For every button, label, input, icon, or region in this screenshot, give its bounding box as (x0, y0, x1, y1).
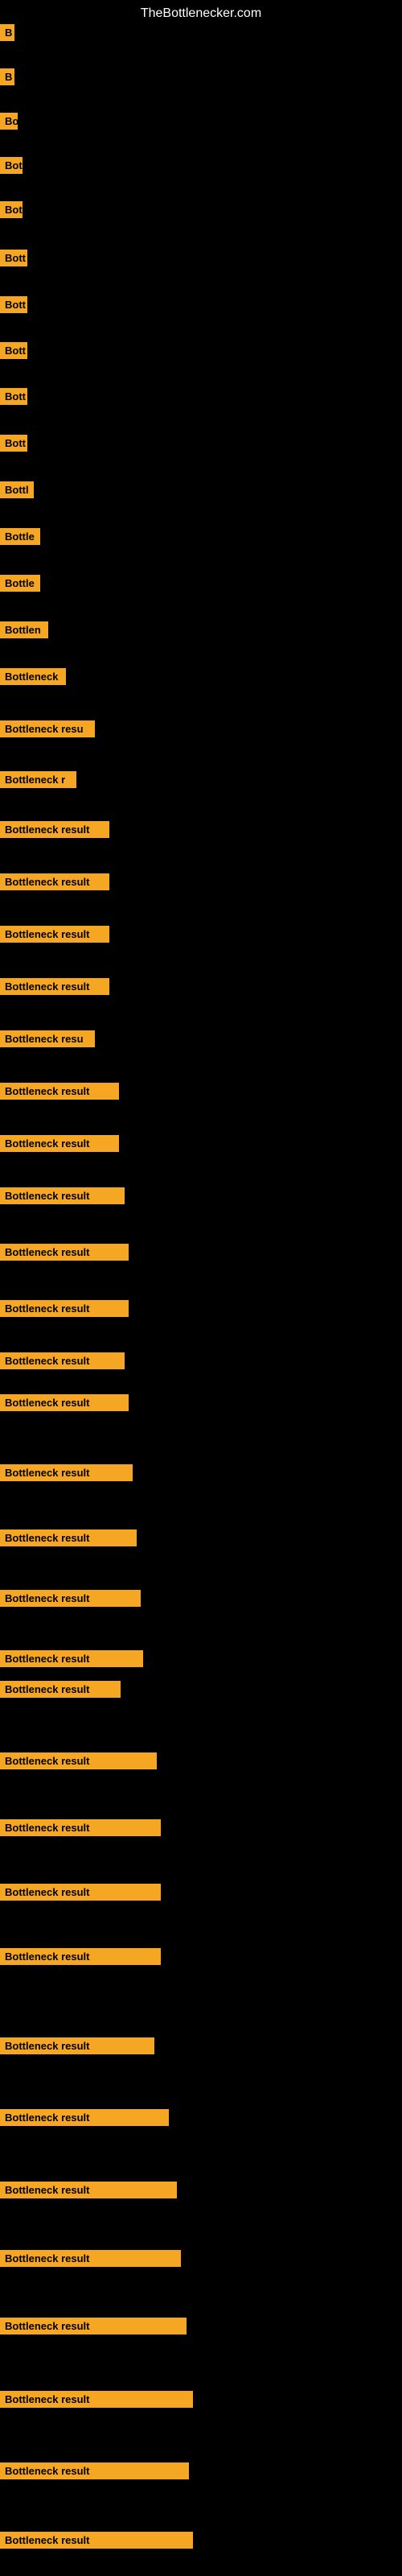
result-label: Bottleneck result (0, 1464, 133, 1481)
result-item: Bottleneck result (0, 1884, 161, 1905)
result-label: Bottleneck result (0, 1244, 129, 1261)
result-item: Bottleneck result (0, 1083, 119, 1104)
result-label: Bot (0, 201, 23, 218)
result-item: Bottleneck result (0, 1300, 129, 1321)
result-item: Bottleneck result (0, 2391, 193, 2412)
result-label: Bottleneck result (0, 2037, 154, 2054)
result-label: B (0, 24, 14, 41)
result-item: Bottleneck result (0, 926, 109, 947)
result-label: Bottleneck result (0, 1819, 161, 1836)
result-label: Bottleneck result (0, 1948, 161, 1965)
result-label: Bottleneck result (0, 2462, 189, 2479)
result-label: Bottleneck result (0, 1187, 125, 1204)
result-item: Bottleneck result (0, 1752, 157, 1773)
result-label: B (0, 68, 14, 85)
result-item: Bottleneck (0, 668, 66, 689)
result-item: Bott (0, 435, 27, 456)
result-item: Bottleneck r (0, 771, 76, 792)
result-item: Bottleneck result (0, 1819, 161, 1840)
result-label: Bottleneck result (0, 1135, 119, 1152)
result-label: Bottleneck result (0, 821, 109, 838)
result-label: Bottleneck result (0, 1300, 129, 1317)
result-label: Bo (0, 113, 18, 130)
result-label: Bottleneck result (0, 1530, 137, 1546)
result-item: Bott (0, 250, 27, 270)
result-label: Bottleneck result (0, 978, 109, 995)
result-label: Bottleneck result (0, 1352, 125, 1369)
result-label: Bottleneck result (0, 1884, 161, 1901)
result-item: Bo (0, 113, 18, 134)
result-item: Bottleneck result (0, 873, 109, 894)
result-label: Bot (0, 157, 23, 174)
result-item: Bottleneck resu (0, 720, 95, 741)
result-item: Bottleneck result (0, 978, 109, 999)
result-label: Bottleneck result (0, 2318, 187, 2334)
result-label: Bottleneck (0, 668, 66, 685)
result-item: Bottleneck result (0, 1394, 129, 1415)
site-title: TheBottlenecker.com (0, 0, 402, 27)
result-item: Bot (0, 157, 23, 178)
result-label: Bottleneck result (0, 873, 109, 890)
result-item: Bottleneck result (0, 1244, 129, 1265)
result-item: Bott (0, 342, 27, 363)
result-label: Bottleneck resu (0, 1030, 95, 1047)
result-item: Bottleneck result (0, 1135, 119, 1156)
page-container: TheBottlenecker.com B B Bo Bot Bot Bott Bott Bo… (0, 0, 402, 2576)
result-label: Bottle (0, 575, 40, 592)
result-item: Bott (0, 296, 27, 317)
result-item: Bottleneck result (0, 1464, 133, 1485)
result-label: Bott (0, 296, 27, 313)
result-item: Bottle (0, 528, 40, 549)
result-label: Bottl (0, 481, 34, 498)
result-item: Bott (0, 388, 27, 409)
result-item: Bottleneck result (0, 1530, 137, 1550)
result-item: Bottleneck result (0, 821, 109, 842)
result-label: Bott (0, 388, 27, 405)
result-item: Bottleneck result (0, 1681, 121, 1702)
result-item: Bottle (0, 575, 40, 596)
result-item: Bottlen (0, 621, 48, 642)
result-label: Bottleneck result (0, 1590, 141, 1607)
result-item: Bottleneck result (0, 2037, 154, 2058)
result-item: Bot (0, 201, 23, 222)
result-label: Bott (0, 342, 27, 359)
result-item: Bottl (0, 481, 34, 502)
result-label: Bottleneck result (0, 1681, 121, 1698)
result-label: Bottlen (0, 621, 48, 638)
result-item: Bottleneck result (0, 1352, 125, 1373)
result-item: Bottleneck result (0, 2182, 177, 2202)
result-item: B (0, 24, 14, 45)
result-item: Bottleneck result (0, 2109, 169, 2130)
result-label: Bottleneck result (0, 1650, 143, 1667)
result-item: Bottleneck result (0, 1948, 161, 1969)
result-label: Bottleneck result (0, 926, 109, 943)
result-item: Bottleneck result (0, 2250, 181, 2271)
result-label: Bottleneck resu (0, 720, 95, 737)
result-label: Bottleneck result (0, 1752, 157, 1769)
result-label: Bottleneck result (0, 1083, 119, 1100)
result-item: Bottleneck resu (0, 1030, 95, 1051)
result-item: Bottleneck result (0, 1187, 125, 1208)
result-item: Bottleneck result (0, 2462, 189, 2483)
result-label: Bottleneck result (0, 2109, 169, 2126)
result-label: Bottleneck result (0, 1394, 129, 1411)
result-item: B (0, 68, 14, 89)
result-label: Bott (0, 435, 27, 452)
result-label: Bottleneck result (0, 2391, 193, 2408)
result-label: Bottleneck r (0, 771, 76, 788)
result-item: Bottleneck result (0, 2532, 193, 2553)
result-label: Bottleneck result (0, 2532, 193, 2549)
result-item: Bottleneck result (0, 1590, 141, 1611)
result-item: Bottleneck result (0, 2318, 187, 2339)
result-label: Bottleneck result (0, 2250, 181, 2267)
result-item: Bottleneck result (0, 1650, 143, 1671)
result-label: Bottle (0, 528, 40, 545)
result-label: Bott (0, 250, 27, 266)
result-label: Bottleneck result (0, 2182, 177, 2198)
